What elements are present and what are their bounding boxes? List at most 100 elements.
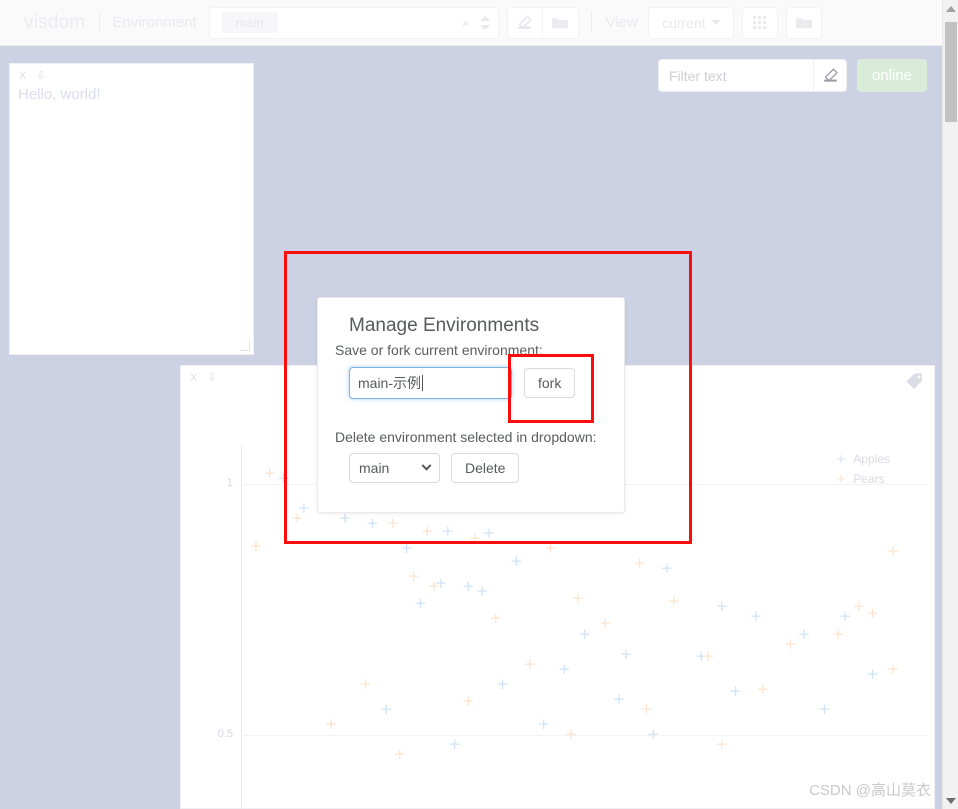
delete-environment-row: main Delete (349, 453, 520, 483)
legend-item[interactable]: + Pears (837, 469, 890, 489)
page-scrollbar[interactable] (942, 0, 958, 809)
scatter-marker: + (729, 682, 742, 701)
delete-button[interactable]: Delete (451, 453, 520, 483)
folder-button[interactable] (542, 6, 579, 39)
fork-button[interactable]: fork (524, 368, 576, 398)
scatter-marker: + (420, 521, 434, 540)
scatter-marker: + (784, 634, 797, 653)
folder-icon (552, 18, 569, 29)
text-cursor (422, 375, 424, 391)
scatter-marker: + (468, 529, 482, 548)
environment-name-input[interactable]: main-示例 (349, 367, 512, 399)
scatter-marker: + (359, 674, 372, 693)
legend-item[interactable]: + Apples (837, 449, 890, 469)
chevron-down-icon (711, 20, 720, 25)
resize-handle[interactable] (240, 341, 250, 351)
view-dropdown[interactable]: current (647, 6, 734, 39)
scatter-marker: + (462, 692, 475, 711)
scatter-marker: + (701, 647, 715, 666)
delete-environment-label: Delete environment selected in dropdown: (335, 429, 597, 445)
toolbar-divider (99, 11, 101, 34)
scatter-marker: + (489, 609, 503, 628)
scatter-marker: + (263, 464, 276, 483)
visdom-app: visdom Environment main × View current F… (0, 0, 958, 809)
scatter-marker: + (831, 624, 845, 643)
y-axis-tick-label: 0.5 (217, 727, 233, 740)
scatter-marker: + (557, 659, 571, 678)
scatter-marker: + (866, 604, 879, 623)
scatter-marker: + (647, 724, 660, 743)
scatter-marker: + (599, 614, 612, 633)
text-pane-content: Hello, world! (18, 86, 101, 103)
scatter-marker: + (619, 644, 633, 663)
modal-title: Manage Environments (349, 315, 540, 336)
y-axis-tick-label: 1 (226, 477, 233, 490)
chevron-down-icon (421, 460, 432, 471)
scatter-marker: + (564, 724, 578, 743)
legend-label: Apples (853, 452, 890, 466)
filter-bar: Filter text online (658, 59, 927, 92)
gridline (241, 734, 926, 736)
scatter-marker: + (523, 654, 537, 673)
environment-select[interactable]: main × (208, 6, 499, 39)
scatter-marker: + (441, 521, 455, 540)
eraser-icon (823, 68, 838, 82)
scrollbar-thumb[interactable] (945, 22, 957, 122)
scatter-marker: + (407, 566, 420, 585)
scroll-up-icon[interactable] (943, 0, 958, 17)
scatter-marker: + (379, 699, 393, 718)
scatter-marker: + (325, 714, 338, 733)
save-layout-folder-button[interactable] (785, 6, 822, 39)
view-dropdown-value: current (662, 14, 706, 31)
caret-up-icon[interactable] (479, 15, 490, 21)
scatter-marker: + (386, 514, 400, 533)
scatter-marker: + (633, 554, 646, 573)
top-toolbar: visdom Environment main × View current (0, 0, 942, 46)
environment-tag-main[interactable]: main (221, 12, 278, 33)
scatter-marker: + (578, 624, 592, 643)
visdom-logo: visdom (24, 11, 86, 33)
scatter-marker: + (715, 596, 729, 615)
scatter-marker: + (886, 659, 900, 678)
scatter-marker: + (571, 589, 585, 608)
scatter-marker: + (366, 514, 379, 533)
scatter-marker: + (448, 734, 461, 753)
filter-input[interactable]: Filter text (658, 59, 823, 92)
environment-label: Environment (112, 14, 197, 31)
folder-icon (795, 18, 812, 29)
y-axis-line (241, 444, 242, 809)
caret-down-icon[interactable] (479, 24, 490, 30)
scatter-marker: + (756, 679, 770, 698)
scatter-marker: + (482, 524, 496, 543)
text-pane-toolbar: X ⇩ (10, 64, 253, 84)
scatter-marker: + (818, 699, 831, 718)
scatter-marker: + (612, 689, 626, 708)
watermark: CSDN @高山莫衣 (809, 782, 931, 799)
scatter-marker: + (866, 664, 879, 683)
filter-clear-button[interactable] (813, 59, 847, 92)
text-pane[interactable]: X ⇩ Hello, world! (9, 63, 254, 355)
scatter-marker: + (667, 591, 681, 610)
close-icon[interactable]: × (462, 15, 470, 30)
scatter-marker: + (249, 536, 263, 555)
scatter-marker: + (886, 541, 900, 560)
scatter-marker: + (393, 744, 407, 763)
scatter-marker: + (462, 576, 475, 595)
environment-name-value: main-示例 (358, 375, 422, 391)
legend-marker-icon: + (836, 450, 846, 468)
environment-dropdown[interactable]: main (349, 453, 440, 483)
scatter-marker: + (749, 606, 763, 625)
save-fork-row: main-示例 fork (349, 367, 576, 399)
spinner-arrows[interactable] (479, 14, 490, 32)
scatter-marker: + (544, 539, 557, 558)
save-fork-label: Save or fork current environment: (335, 342, 543, 358)
chart-legend: + Apples + Pears (837, 449, 890, 489)
download-icon[interactable]: ⇩ (36, 69, 45, 82)
scroll-down-icon[interactable] (943, 792, 958, 809)
scatter-marker: + (290, 509, 304, 528)
scatter-marker: + (338, 509, 352, 528)
scatter-marker: + (715, 734, 729, 753)
grid-layout-button[interactable] (741, 6, 778, 39)
close-icon[interactable]: X (19, 70, 26, 82)
eraser-button[interactable] (506, 6, 543, 39)
